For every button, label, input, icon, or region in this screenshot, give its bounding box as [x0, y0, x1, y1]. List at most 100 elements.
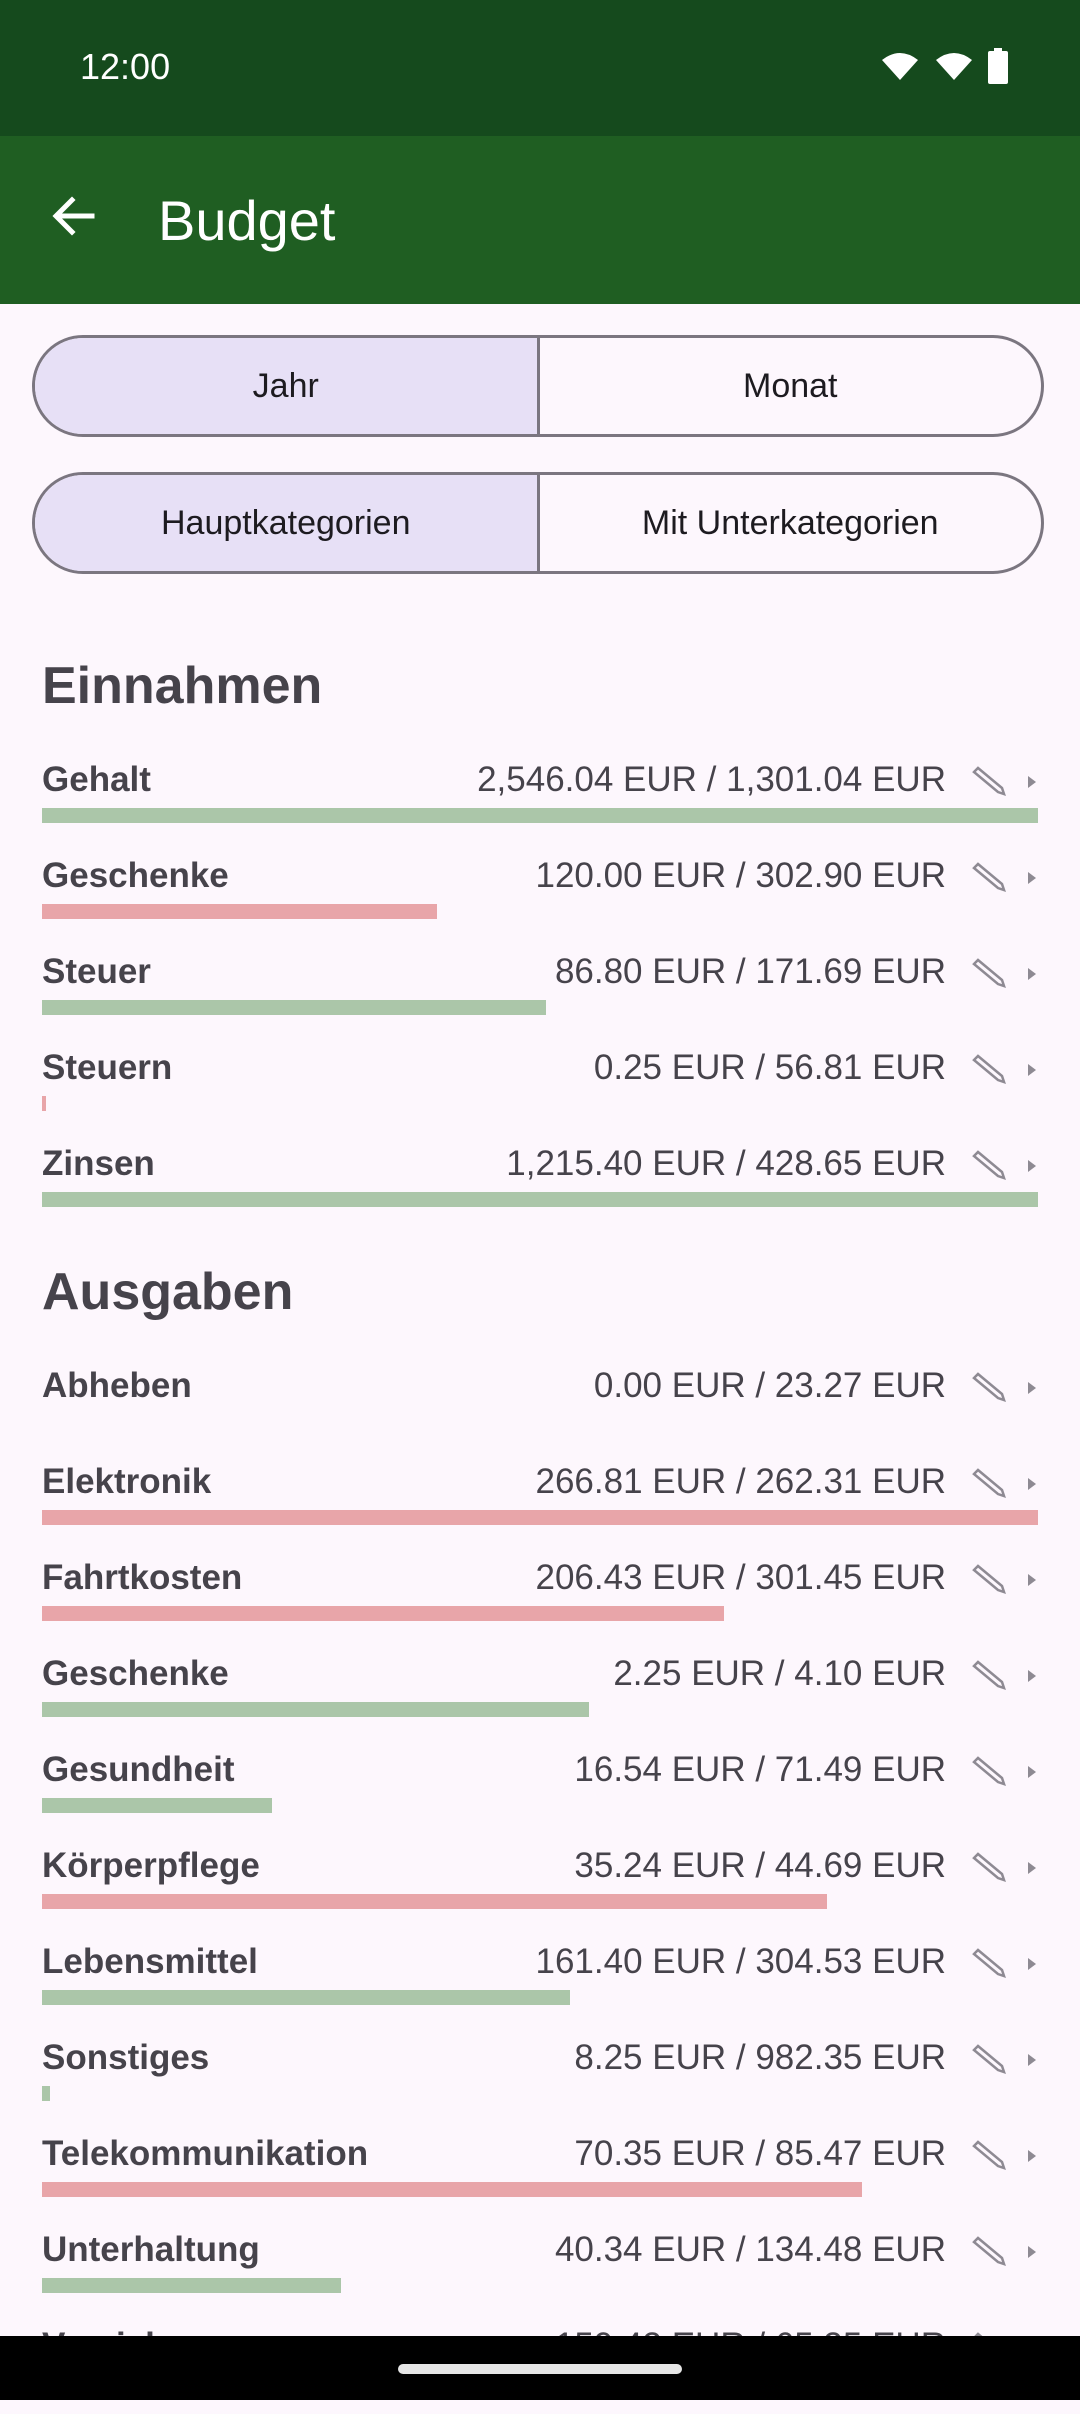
- pencil-icon[interactable]: [968, 764, 1008, 800]
- budget-progress-bar: [42, 1606, 724, 1621]
- triangle-right-icon[interactable]: [1022, 860, 1042, 896]
- triangle-right-icon[interactable]: [1022, 1562, 1042, 1598]
- period-toggle: Jahr Monat: [32, 335, 1044, 437]
- home-handle[interactable]: [398, 2364, 682, 2374]
- pencil-icon[interactable]: [968, 2042, 1008, 2078]
- budget-amount: 0.25 EUR / 56.81 EUR: [593, 1048, 946, 1087]
- budget-amount: 70.35 EUR / 85.47 EUR: [574, 2134, 946, 2173]
- category-name: Gesundheit: [42, 1750, 235, 1789]
- budget-amount: 40.34 EUR / 134.48 EUR: [554, 2230, 946, 2269]
- category-name: Lebensmittel: [42, 1942, 258, 1981]
- page-title: Budget: [158, 189, 336, 252]
- navigation-bar: [0, 2336, 1080, 2400]
- budget-progress-bar: [42, 2278, 341, 2293]
- triangle-right-icon[interactable]: [1022, 956, 1042, 992]
- category-name: Körperpflege: [42, 1846, 260, 1885]
- category-name: Abheben: [42, 1366, 192, 1405]
- budget-progress-bar: [42, 904, 437, 919]
- budget-row[interactable]: Sonstiges 8.25 EUR / 982.35 EUR: [42, 2030, 1042, 2126]
- budget-row[interactable]: Elektronik 266.81 EUR / 262.31 EUR: [42, 1454, 1042, 1550]
- triangle-right-icon[interactable]: [1022, 1466, 1042, 1502]
- budget-amount: 35.24 EUR / 44.69 EUR: [574, 1846, 946, 1885]
- budget-progress-bar: [42, 1096, 46, 1111]
- wifi-icon: [882, 53, 918, 80]
- budget-progress-bar: [42, 2182, 862, 2197]
- pencil-icon[interactable]: [968, 1754, 1008, 1790]
- category-option-main[interactable]: Hauptkategorien: [35, 475, 537, 571]
- budget-row[interactable]: Telekommunikation 70.35 EUR / 85.47 EUR: [42, 2126, 1042, 2222]
- budget-row[interactable]: Fahrtkosten 206.43 EUR / 301.45 EUR: [42, 1550, 1042, 1646]
- period-option-year[interactable]: Jahr: [35, 338, 537, 434]
- expenses-section-title: Ausgaben: [42, 1263, 294, 1321]
- budget-amount: 266.81 EUR / 262.31 EUR: [535, 1462, 946, 1501]
- budget-amount: 86.80 EUR / 171.69 EUR: [554, 952, 946, 991]
- budget-amount: 2,546.04 EUR / 1,301.04 EUR: [477, 760, 946, 799]
- pencil-icon[interactable]: [968, 1370, 1008, 1406]
- budget-amount: 1,215.40 EUR / 428.65 EUR: [506, 1144, 946, 1183]
- status-time: 12:00: [80, 46, 171, 87]
- triangle-right-icon[interactable]: [1022, 2042, 1042, 2078]
- budget-amount: 8.25 EUR / 982.35 EUR: [574, 2038, 946, 2077]
- budget-progress-bar: [42, 1000, 546, 1015]
- pencil-icon[interactable]: [968, 1850, 1008, 1886]
- pencil-icon[interactable]: [968, 2138, 1008, 2174]
- triangle-right-icon[interactable]: [1022, 1658, 1042, 1694]
- category-toggle: Hauptkategorien Mit Unterkategorien: [32, 472, 1044, 574]
- budget-progress-bar: [42, 1510, 1038, 1525]
- budget-row[interactable]: Steuer 86.80 EUR / 171.69 EUR: [42, 944, 1042, 1040]
- pencil-icon[interactable]: [968, 1148, 1008, 1184]
- budget-row[interactable]: Gehalt 2,546.04 EUR / 1,301.04 EUR: [42, 752, 1042, 848]
- triangle-right-icon[interactable]: [1022, 1946, 1042, 1982]
- category-name: Telekommunikation: [42, 2134, 369, 2173]
- budget-row[interactable]: Geschenke 2.25 EUR / 4.10 EUR: [42, 1646, 1042, 1742]
- budget-amount: 206.43 EUR / 301.45 EUR: [535, 1558, 946, 1597]
- triangle-right-icon[interactable]: [1022, 2138, 1042, 2174]
- status-bar: 12:00: [0, 0, 1080, 136]
- budget-amount: 120.00 EUR / 302.90 EUR: [535, 856, 946, 895]
- income-section-title: Einnahmen: [42, 657, 323, 715]
- pencil-icon[interactable]: [968, 1466, 1008, 1502]
- budget-row[interactable]: Geschenke 120.00 EUR / 302.90 EUR: [42, 848, 1042, 944]
- budget-progress-bar: [42, 1894, 827, 1909]
- budget-progress-bar: [42, 1990, 570, 2005]
- category-name: Unterhaltung: [42, 2230, 260, 2269]
- period-option-month[interactable]: Monat: [536, 338, 1042, 434]
- budget-row[interactable]: Steuern 0.25 EUR / 56.81 EUR: [42, 1040, 1042, 1136]
- pencil-icon[interactable]: [968, 956, 1008, 992]
- budget-row[interactable]: Unterhaltung 40.34 EUR / 134.48 EUR: [42, 2222, 1042, 2318]
- pencil-icon[interactable]: [968, 1946, 1008, 1982]
- budget-row[interactable]: Abheben 0.00 EUR / 23.27 EUR: [42, 1358, 1042, 1454]
- budget-progress-bar: [42, 1702, 589, 1717]
- top-app-bar: Budget: [0, 136, 1080, 304]
- triangle-right-icon[interactable]: [1022, 1754, 1042, 1790]
- arrow-back-icon[interactable]: [44, 186, 104, 246]
- signal-icon: [936, 53, 972, 80]
- budget-amount: 0.00 EUR / 23.27 EUR: [593, 1366, 946, 1405]
- triangle-right-icon[interactable]: [1022, 1148, 1042, 1184]
- pencil-icon[interactable]: [968, 1658, 1008, 1694]
- pencil-icon[interactable]: [968, 1052, 1008, 1088]
- budget-progress-bar: [42, 1798, 272, 1813]
- category-name: Zinsen: [42, 1144, 155, 1183]
- budget-row[interactable]: Gesundheit 16.54 EUR / 71.49 EUR: [42, 1742, 1042, 1838]
- pencil-icon[interactable]: [968, 1562, 1008, 1598]
- budget-row[interactable]: Zinsen 1,215.40 EUR / 428.65 EUR: [42, 1136, 1042, 1232]
- category-name: Geschenke: [42, 856, 229, 895]
- category-name: Fahrtkosten: [42, 1558, 243, 1597]
- triangle-right-icon[interactable]: [1022, 2234, 1042, 2270]
- category-name: Sonstiges: [42, 2038, 210, 2077]
- battery-icon: [988, 48, 1008, 84]
- triangle-right-icon[interactable]: [1022, 1850, 1042, 1886]
- pencil-icon[interactable]: [968, 860, 1008, 896]
- category-option-sub[interactable]: Mit Unterkategorien: [536, 475, 1042, 571]
- budget-row[interactable]: Lebensmittel 161.40 EUR / 304.53 EUR: [42, 1934, 1042, 2030]
- budget-row[interactable]: Körperpflege 35.24 EUR / 44.69 EUR: [42, 1838, 1042, 1934]
- budget-progress-bar: [42, 2086, 50, 2101]
- triangle-right-icon[interactable]: [1022, 764, 1042, 800]
- budget-progress-bar: [42, 808, 1038, 823]
- pencil-icon[interactable]: [968, 2234, 1008, 2270]
- triangle-right-icon[interactable]: [1022, 1052, 1042, 1088]
- budget-amount: 2.25 EUR / 4.10 EUR: [613, 1654, 946, 1693]
- triangle-right-icon[interactable]: [1022, 1370, 1042, 1406]
- category-name: Steuer: [42, 952, 151, 991]
